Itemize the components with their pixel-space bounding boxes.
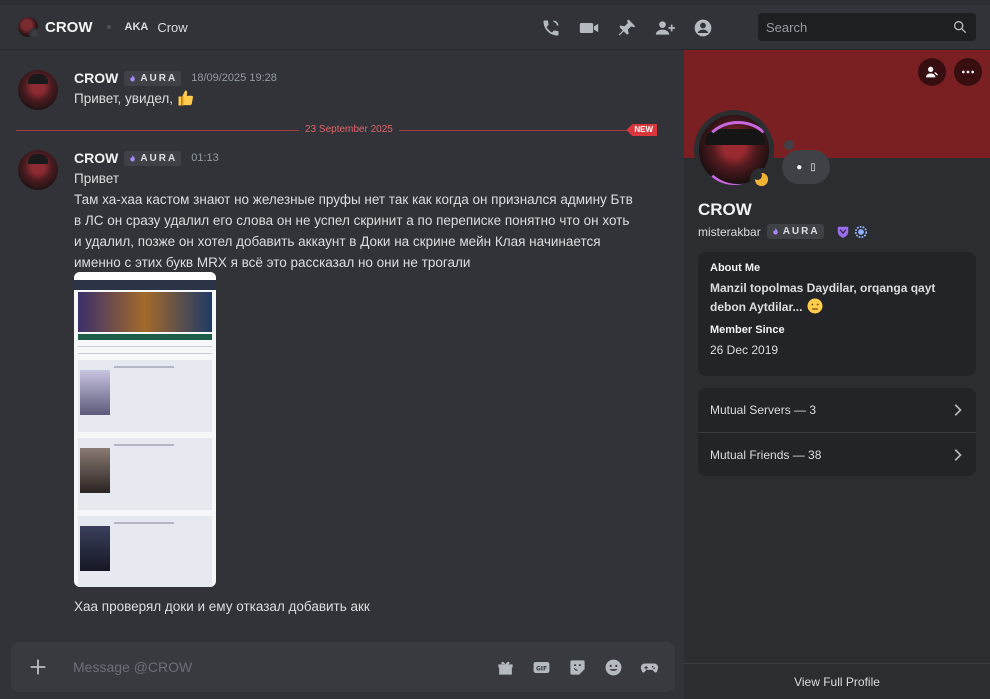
profile-username: misterakbar (698, 224, 761, 239)
author-name[interactable]: CROW (74, 150, 118, 166)
chevron-right-icon (954, 448, 962, 461)
guild-tag[interactable]: AURA (124, 70, 182, 86)
date-divider: 23 September 2025 NEW (16, 123, 657, 137)
view-full-profile-button[interactable]: View Full Profile (684, 663, 990, 699)
author-avatar[interactable] (18, 70, 58, 110)
image-attachment[interactable] (74, 272, 216, 587)
member-since-title: Member Since (710, 324, 785, 336)
gift-icon (497, 661, 513, 675)
chat-area: CROW AURA 18/09/2025 19:28 Привет, увиде… (0, 50, 684, 699)
separator-dot (106, 25, 111, 29)
booster-badge-icon[interactable] (854, 225, 868, 239)
member-since-date: 26 Dec 2019 (710, 343, 779, 357)
aka-value: Crow (157, 19, 188, 35)
message-header: CROW AURA 18/09/2025 19:28 (74, 70, 277, 86)
composer-icons: GIF (487, 642, 675, 692)
mutual-friends-row[interactable]: Mutual Friends — 38 (698, 432, 976, 476)
dm-avatar[interactable] (18, 17, 40, 39)
status-rect-icon: ▯ (810, 161, 816, 173)
pin-icon[interactable] (608, 5, 646, 50)
about-me-title: About Me (710, 262, 761, 274)
profile-username-row: misterakbar AURA (698, 224, 868, 239)
top-bar: CROW AKA Crow (0, 0, 990, 50)
profile-toggle-icon[interactable] (684, 5, 722, 50)
mutual-friends-label: Mutual Friends — 38 (710, 447, 822, 462)
activity-status-bubble[interactable]: ● ▯ (782, 140, 830, 184)
message-input[interactable] (73, 659, 487, 675)
video-call-icon[interactable] (570, 5, 608, 50)
about-me-card: About Me Manzil topolmas Daydilar, orqan… (698, 252, 976, 376)
thinking-emoji-icon (807, 298, 823, 314)
plus-icon (30, 659, 46, 675)
guild-tag[interactable]: AURA (124, 150, 182, 166)
mutuals-card: Mutual Servers — 3 Mutual Friends — 38 (698, 388, 976, 476)
flame-icon (130, 154, 136, 161)
guild-tag-text: AURA (782, 226, 820, 237)
aka-label: AKA (124, 21, 149, 33)
flame-icon (772, 227, 778, 235)
message-line: в ЛС он сразу удалил его слова он не усп… (74, 213, 630, 228)
author-avatar[interactable] (18, 150, 58, 190)
gif-icon: GIF (533, 661, 549, 673)
gif-button[interactable]: GIF (523, 642, 559, 692)
top-icons (532, 5, 722, 50)
emoji-icon (605, 659, 621, 675)
message-line: Привет (74, 171, 120, 186)
dm-name[interactable]: CROW (45, 19, 93, 36)
more-options-button[interactable] (954, 58, 982, 86)
about-me-bio: Manzil topolmas Daydilar, orqanga qayt d… (710, 280, 950, 316)
guild-tag-text: AURA (140, 72, 178, 84)
user-profile-panel: ● ▯ CROW misterakbar AURA About Me Manzi… (684, 50, 990, 699)
message-header: CROW AURA 01:13 (74, 150, 219, 166)
add-friend-icon[interactable] (646, 5, 684, 50)
phone-call-icon[interactable] (532, 5, 570, 50)
search-box[interactable] (758, 13, 976, 41)
message-line: Там ха-хаа кастом знают но железные пруф… (74, 192, 633, 207)
message-line: и удалил, позже он хотел добавить аккаун… (74, 234, 601, 249)
message-timestamp: 18/09/2025 19:28 (191, 72, 277, 84)
message-timestamp: 01:13 (191, 152, 219, 164)
more-dots-icon (962, 70, 974, 74)
status-circle-icon: ● (796, 161, 803, 173)
message-content: Привет Там ха-хаа кастом знают но железн… (74, 168, 654, 273)
sticker-icon (569, 659, 585, 675)
profile-display-name: CROW (698, 200, 752, 219)
guild-tag[interactable]: AURA (766, 224, 824, 239)
sticker-button[interactable] (559, 642, 595, 692)
message-content: Привет, увидел, (74, 88, 654, 109)
flame-icon (130, 74, 136, 81)
mutual-servers-label: Mutual Servers — 3 (710, 403, 817, 417)
nitro-shield-badge-icon[interactable] (836, 225, 850, 239)
author-name[interactable]: CROW (74, 70, 118, 86)
message-composer: GIF (11, 642, 675, 692)
user-action-icon (926, 66, 938, 78)
add-note-button[interactable] (918, 58, 946, 86)
guild-tag-text: AURA (140, 152, 178, 164)
svg-text:GIF: GIF (535, 665, 546, 672)
message-text: Хаа проверял доки и ему отказал добавить… (74, 599, 370, 614)
upload-button[interactable] (11, 642, 65, 692)
idle-status-icon (750, 168, 772, 190)
date-divider-label: 23 September 2025 (299, 123, 399, 137)
mutual-servers-row[interactable]: Mutual Servers — 3 (698, 388, 976, 432)
search-input[interactable] (766, 19, 952, 35)
emoji-button[interactable] (595, 642, 631, 692)
gift-button[interactable] (487, 642, 523, 692)
message-line: именно с этих букв MRX я всё это рассказ… (74, 255, 471, 270)
activities-button[interactable] (631, 642, 667, 692)
new-messages-badge: NEW (626, 124, 657, 136)
message-text: Привет, увидел, (74, 91, 174, 106)
thumbs-up-emoji-icon (178, 90, 193, 106)
chevron-right-icon (954, 404, 962, 416)
search-icon (954, 21, 967, 34)
game-icon (640, 663, 658, 673)
profile-badges (836, 225, 868, 239)
